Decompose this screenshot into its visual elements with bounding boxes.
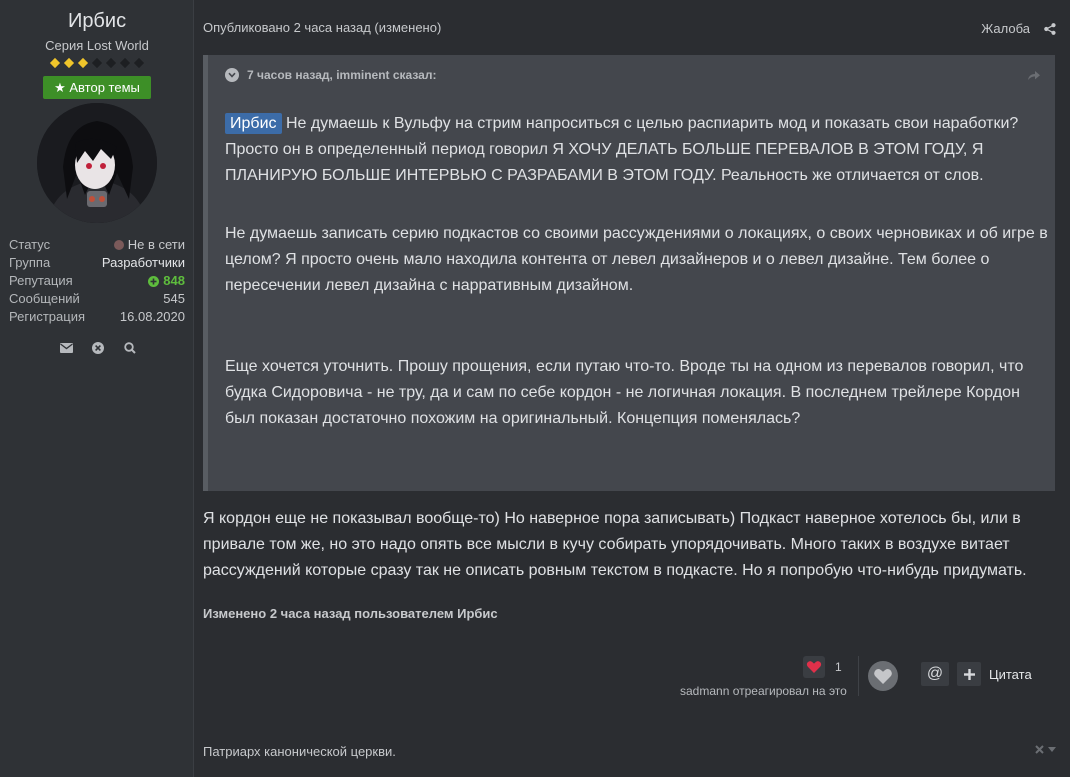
- quote-citation: 7 часов назад, imminent сказал:: [247, 68, 437, 82]
- badge-label: Автор темы: [69, 80, 140, 95]
- rank-pip-7: [133, 57, 145, 69]
- rank-pip-6: [119, 57, 131, 69]
- chevron-down-icon[interactable]: [225, 68, 239, 82]
- stat-reputation-value[interactable]: 848: [148, 272, 185, 290]
- stat-registration: Регистрация 16.08.2020: [9, 308, 185, 326]
- reacted-by-text[interactable]: sadmann отреагировал на это: [680, 684, 847, 698]
- topic-author-badge: ★ Автор темы: [43, 76, 151, 99]
- stat-registration-key: Регистрация: [9, 309, 85, 324]
- quote-paragraph-3: Еще хочется уточнить. Прошу прощения, ес…: [225, 358, 1024, 427]
- gray-heart-icon: [874, 668, 892, 684]
- post-meta[interactable]: Опубликовано 2 часа назад (изменено): [203, 20, 441, 35]
- quote-paragraph-1: Ирбис Не думаешь к Вульфу на стрим напро…: [225, 111, 1050, 188]
- author-actions: [59, 341, 137, 355]
- author-panel: Ирбис Серия Lost World ★ Автор темы Стат…: [0, 0, 194, 777]
- rank-pips: [49, 57, 145, 69]
- stat-registration-value: 16.08.2020: [119, 309, 185, 324]
- stat-status-key: Статус: [9, 237, 51, 252]
- share-icon[interactable]: [1044, 22, 1056, 40]
- react-button[interactable]: [868, 661, 898, 691]
- edited-note: Изменено 2 часа назад пользователем Ирби…: [203, 606, 498, 621]
- close-circle-icon[interactable]: [91, 341, 105, 355]
- stat-posts: Сообщений 545: [9, 290, 185, 308]
- rank-pip-4: [91, 57, 103, 69]
- quote-paragraph-2: Не думаешь записать серию подкастов со с…: [225, 225, 1048, 294]
- signature-controls[interactable]: [1035, 745, 1056, 754]
- quote-button[interactable]: Цитата: [989, 667, 1032, 682]
- rank-pip-5: [105, 57, 117, 69]
- plus-icon: [963, 668, 975, 680]
- stat-status-value: Не в сети: [113, 236, 185, 254]
- reputation-number: 848: [163, 273, 185, 288]
- stat-posts-value: 545: [163, 291, 185, 306]
- author-stats: Статус Не в сети Группа Разработчики Реп…: [9, 236, 185, 326]
- signature: Патриарх канонической церкви.: [203, 744, 396, 759]
- author-title: Серия Lost World: [45, 38, 149, 53]
- offline-dot-icon: [113, 240, 124, 250]
- rank-pip-3: [77, 57, 89, 69]
- reaction-count: 1: [835, 660, 842, 674]
- hide-signature-icon: [1035, 745, 1044, 754]
- report-link[interactable]: Жалоба: [981, 21, 1030, 36]
- forum-post-page: Ирбис Серия Lost World ★ Автор темы Стат…: [0, 0, 1070, 777]
- quote-block: 7 часов назад, imminent сказал: Ирбис Не…: [203, 55, 1055, 491]
- user-mention[interactable]: Ирбис: [225, 113, 282, 134]
- reply-text: Я кордон еще не показывал вообще-то) Но …: [203, 510, 1027, 579]
- plus-circle-icon: [148, 275, 160, 287]
- heart-reaction-icon: [803, 656, 825, 678]
- star-icon: ★: [54, 80, 66, 95]
- stat-group-key: Группа: [9, 255, 51, 270]
- jump-to-quote-icon[interactable]: [1027, 68, 1041, 86]
- quote-header[interactable]: 7 часов назад, imminent сказал:: [225, 68, 436, 82]
- avatar-image: [37, 103, 157, 223]
- rank-pip-2: [63, 57, 75, 69]
- multiquote-button[interactable]: [957, 662, 981, 686]
- search-icon[interactable]: [123, 341, 137, 355]
- stat-reputation-key: Репутация: [9, 273, 73, 288]
- stat-reputation: Репутация 848: [9, 272, 185, 290]
- avatar[interactable]: [37, 103, 157, 223]
- caret-down-icon: [1048, 747, 1056, 752]
- envelope-icon[interactable]: [59, 341, 73, 355]
- stat-group: Группа Разработчики: [9, 254, 185, 272]
- reaction-summary[interactable]: 1: [803, 656, 842, 678]
- status-text: Не в сети: [127, 237, 185, 252]
- signature-divider: [203, 733, 1055, 734]
- stat-status: Статус Не в сети: [9, 236, 185, 254]
- rank-pip-1: [49, 57, 61, 69]
- stat-group-value: Разработчики: [101, 255, 185, 270]
- author-name[interactable]: Ирбис: [0, 10, 194, 33]
- quote-paragraph-1-text: Не думаешь к Вульфу на стрим напроситься…: [225, 115, 1019, 184]
- stat-posts-key: Сообщений: [9, 291, 80, 306]
- mention-button[interactable]: @: [921, 662, 949, 686]
- reaction-divider: [858, 656, 859, 696]
